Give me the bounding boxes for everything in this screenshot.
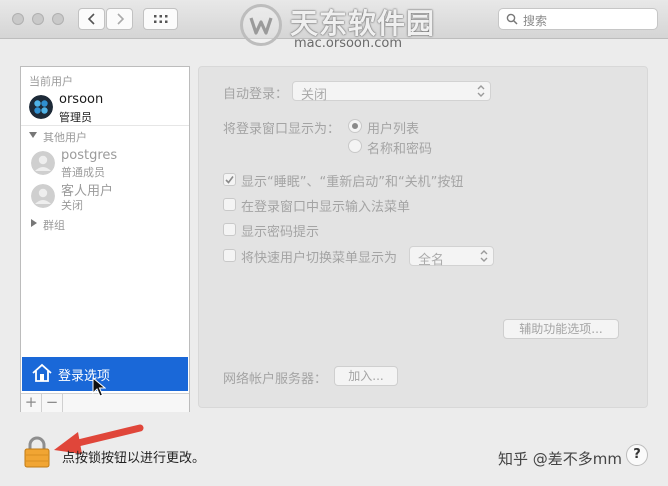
login-options-panel: 自动登录： 关闭 将登录窗口显示为： 用户列表 名称和密码 显示“睡眠”、“重新… [198, 66, 648, 408]
user-avatar [31, 184, 55, 208]
checkbox-fast-user-switch[interactable] [223, 249, 236, 262]
user-role: 普通成员 [61, 166, 105, 179]
lock-hint-text: 点按锁按钮以进行更改。 [62, 451, 206, 466]
auto-login-value: 关闭 [301, 88, 328, 103]
user-list[interactable]: 当前用户 orsoon 管理员 其他用户 postgres 普通成员 客人用户 … [20, 66, 190, 412]
auto-login-label: 自动登录： [223, 87, 289, 102]
popup-arrows-icon [480, 250, 488, 262]
search-icon [506, 13, 518, 25]
credit-watermark: 知乎 @差不多mm [498, 450, 622, 468]
checkbox-sleep-restart-shutdown-label: 显示“睡眠”、“重新启动”和“关机”按钮 [241, 175, 464, 190]
current-user-role: 管理员 [59, 111, 92, 124]
help-button[interactable]: ? [626, 444, 648, 466]
radio-user-list-label: 用户列表 [367, 122, 420, 137]
minimize-window-button[interactable] [32, 13, 44, 25]
chevron-right-icon [116, 13, 124, 25]
search-field[interactable]: 搜索 [498, 8, 658, 30]
checkbox-sleep-restart-shutdown[interactable] [223, 173, 236, 186]
house-icon [32, 363, 52, 382]
mouse-cursor-icon [92, 377, 106, 397]
checkbox-input-menu-label: 在登录窗口中显示输入法菜单 [241, 200, 411, 215]
watermark: 天东软件园 mac.orsoon.com [240, 0, 440, 56]
remove-user-button[interactable]: − [42, 394, 63, 412]
show-all-button[interactable] [143, 8, 178, 30]
radio-name-password[interactable] [348, 139, 362, 153]
disclosure-right-icon[interactable] [30, 219, 38, 227]
popup-arrows-icon [477, 85, 485, 97]
user-avatar [29, 95, 53, 119]
lock-icon[interactable] [24, 436, 50, 468]
other-users-heading: 其他用户 [43, 131, 87, 144]
current-user-name: orsoon [59, 92, 104, 107]
disclosure-down-icon[interactable] [29, 131, 37, 139]
auto-login-popup[interactable]: 关闭 [292, 81, 491, 103]
chevron-left-icon [87, 13, 95, 25]
checkbox-password-hints-label: 显示密码提示 [241, 225, 320, 240]
checkbox-input-menu[interactable] [223, 198, 236, 211]
user-name: postgres [61, 148, 118, 163]
search-placeholder: 搜索 [523, 14, 548, 28]
radio-user-list[interactable] [348, 119, 362, 133]
grid-icon [153, 15, 167, 23]
radio-name-password-label: 名称和密码 [367, 142, 433, 157]
display-as-label: 将登录窗口显示为： [223, 122, 341, 137]
back-button[interactable] [78, 8, 105, 30]
watermark-url: mac.orsoon.com [294, 36, 403, 51]
add-user-button[interactable]: + [21, 394, 42, 412]
groups-heading: 群组 [43, 219, 65, 232]
accessibility-options-button[interactable]: 辅助功能选项... [503, 319, 619, 339]
zoom-window-button[interactable] [52, 13, 64, 25]
checkmark-icon [225, 176, 234, 184]
user-role: 关闭 [61, 199, 83, 212]
checkbox-password-hints[interactable] [223, 223, 236, 236]
close-window-button[interactable] [12, 13, 24, 25]
forward-button[interactable] [106, 8, 133, 30]
join-button[interactable]: 加入... [334, 366, 398, 386]
network-server-label: 网络帐户服务器： [223, 372, 328, 387]
current-users-heading: 当前用户 [29, 75, 73, 88]
watermark-logo [240, 4, 282, 46]
user-avatar [31, 151, 55, 175]
fast-user-switch-popup[interactable]: 全名 [409, 246, 494, 268]
fast-user-switch-value: 全名 [418, 253, 445, 268]
checkbox-fast-user-switch-label: 将快速用户切换菜单显示为 [241, 251, 398, 266]
